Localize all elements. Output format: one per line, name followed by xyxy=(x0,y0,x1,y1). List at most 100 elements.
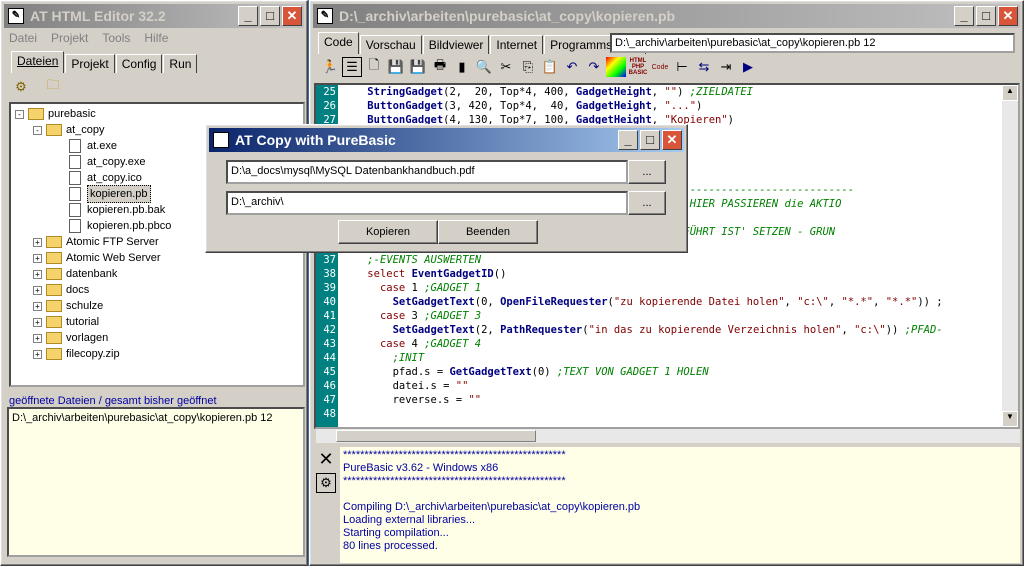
source-file-input[interactable]: D:\a_docs\mysql\MySQL Datenbankhandbuch.… xyxy=(226,160,628,184)
redo-icon[interactable]: ↷ xyxy=(584,57,604,77)
code-line[interactable]: ButtonGadget(3, 420, Top*4, 40, GadgetHe… xyxy=(342,99,943,113)
path-field[interactable]: D:\_archiv\arbeiten\purebasic\at_copy\ko… xyxy=(610,33,1015,53)
play-icon[interactable]: ▶ xyxy=(738,57,758,77)
dialog-titlebar[interactable]: AT Copy with PureBasic _ □ ✕ xyxy=(209,128,684,152)
minimize-icon[interactable]: _ xyxy=(618,130,638,150)
tab-bildviewer[interactable]: Bildviewer xyxy=(422,35,490,54)
line-number: 48 xyxy=(323,408,336,420)
html-php-basic-icon[interactable]: HTML PHP BASIC xyxy=(628,57,648,77)
line-number: 38 xyxy=(323,268,336,280)
browse-source-button[interactable]: ... xyxy=(628,160,666,184)
exit-button[interactable]: Beenden xyxy=(438,220,538,244)
expand-icon[interactable]: + xyxy=(33,317,42,327)
line-number: 47 xyxy=(323,394,336,406)
horizontal-scrollbar[interactable] xyxy=(316,429,1020,443)
code-line[interactable]: case 1 ;GADGET 1 xyxy=(342,281,943,295)
tab-code[interactable]: Code xyxy=(318,32,359,54)
menu-tools[interactable]: Tools xyxy=(102,31,130,45)
code-line[interactable]: datei.s = "" xyxy=(342,379,943,393)
target-dir-input[interactable]: D:\_archiv\ xyxy=(226,191,628,215)
code-line[interactable] xyxy=(342,407,943,421)
maximize-icon[interactable]: □ xyxy=(976,6,996,26)
close-icon[interactable]: ✕ xyxy=(282,6,302,26)
browse-target-button[interactable]: ... xyxy=(628,191,666,215)
collapse-icon[interactable]: - xyxy=(15,109,24,119)
copy-icon[interactable]: ⎘ xyxy=(518,57,538,77)
expand-icon[interactable]: + xyxy=(33,269,42,279)
folder-icon xyxy=(46,300,62,312)
code-line[interactable]: ;-EVENTS AUSWERTEN xyxy=(342,253,943,267)
expand-icon[interactable]: + xyxy=(33,349,42,359)
tree-icon[interactable]: ⚙ xyxy=(11,77,31,97)
expand-icon[interactable]: + xyxy=(33,333,42,343)
tree-item[interactable]: + vorlagen xyxy=(15,330,299,346)
code-line[interactable]: SetGadgetText(0, OpenFileRequester("zu k… xyxy=(342,295,943,309)
code-line[interactable]: case 3 ;GADGET 3 xyxy=(342,309,943,323)
line-number: 26 xyxy=(323,100,336,112)
save-icon[interactable]: 💾 xyxy=(408,57,428,77)
close-log-icon[interactable]: ✕ xyxy=(316,449,336,469)
expand-icon[interactable]: + xyxy=(33,285,42,295)
compile-icon[interactable]: ⚙ xyxy=(316,473,336,493)
vertical-scrollbar[interactable]: ▲ ▼ xyxy=(1002,85,1018,427)
list-icon[interactable]: ☰ xyxy=(342,57,362,77)
copy-button[interactable]: Kopieren xyxy=(338,220,438,244)
minimize-icon[interactable]: _ xyxy=(954,6,974,26)
tab-projekt[interactable]: Projekt xyxy=(65,54,115,73)
tree-item[interactable]: + filecopy.zip xyxy=(15,346,299,362)
editor-titlebar[interactable]: ✎ D:\_archiv\arbeiten\purebasic\at_copy\… xyxy=(313,4,1020,28)
left-titlebar[interactable]: ✎ AT HTML Editor 32.2 _ □ ✕ xyxy=(4,4,304,28)
collapse-icon[interactable]: - xyxy=(33,125,42,135)
color-icon[interactable] xyxy=(606,57,626,77)
code-line[interactable]: select EventGadgetID() xyxy=(342,267,943,281)
tree-item[interactable]: + schulze xyxy=(15,298,299,314)
menu-projekt[interactable]: Projekt xyxy=(51,31,88,45)
line-number: 46 xyxy=(323,380,336,392)
tree-item[interactable]: - purebasic xyxy=(15,106,299,122)
tree-item[interactable]: + tutorial xyxy=(15,314,299,330)
menu-hilfe[interactable]: Hilfe xyxy=(144,31,168,45)
code-line[interactable]: case 4 ;GADGET 4 xyxy=(342,337,943,351)
tree-item[interactable]: + datenbank xyxy=(15,266,299,282)
swap-icon[interactable]: ⇆ xyxy=(694,57,714,77)
code-icon[interactable]: Code xyxy=(650,57,670,77)
code-line[interactable]: reverse.s = "" xyxy=(342,393,943,407)
undo-icon[interactable]: ↶ xyxy=(562,57,582,77)
tab-dateien[interactable]: Dateien xyxy=(11,51,65,73)
new-file-icon[interactable]: 🗋 xyxy=(364,57,384,77)
code-line[interactable]: SetGadgetText(2, PathRequester("in das z… xyxy=(342,323,943,337)
expand-icon[interactable]: + xyxy=(33,237,42,247)
minimize-icon[interactable]: _ xyxy=(238,6,258,26)
line-number: 25 xyxy=(323,86,336,98)
print-icon[interactable]: 🖶 xyxy=(430,57,450,77)
log-line: Starting compilation... xyxy=(343,527,449,539)
code-line[interactable]: StringGadget(2, 20, Top*4, 400, GadgetHe… xyxy=(342,85,943,99)
opened-file-item[interactable]: D:\_archiv\arbeiten\purebasic\at_copy\ko… xyxy=(12,412,300,424)
menu-datei[interactable]: Datei xyxy=(9,31,37,45)
close-icon[interactable]: ✕ xyxy=(998,6,1018,26)
tree-item-label: at_copy.exe xyxy=(87,156,146,168)
tree-item[interactable]: + docs xyxy=(15,282,299,298)
tab-run[interactable]: Run xyxy=(163,54,198,73)
code-line[interactable]: pfad.s = GetGadgetText(0) ;TEXT VON GADG… xyxy=(342,365,943,379)
tab-internet[interactable]: Internet xyxy=(490,35,544,54)
export-icon[interactable]: ⇥ xyxy=(716,57,736,77)
structure-icon[interactable]: ⊢ xyxy=(672,57,692,77)
code-line[interactable]: ;INIT xyxy=(342,351,943,365)
maximize-icon[interactable]: □ xyxy=(260,6,280,26)
close-icon[interactable]: ✕ xyxy=(662,130,682,150)
paste-icon[interactable]: 📋 xyxy=(540,57,560,77)
expand-icon[interactable]: + xyxy=(33,253,42,263)
search-icon[interactable]: 🔍 xyxy=(474,57,494,77)
folder-open-icon[interactable]: 🗀 xyxy=(43,77,63,97)
expand-icon[interactable]: + xyxy=(33,301,42,311)
save-disabled-icon[interactable]: 💾 xyxy=(386,57,406,77)
log-line: 80 lines processed. xyxy=(343,540,438,552)
cut-icon[interactable]: ✂ xyxy=(496,57,516,77)
maximize-icon[interactable]: □ xyxy=(640,130,660,150)
tab-config[interactable]: Config xyxy=(115,54,163,73)
tab-vorschau[interactable]: Vorschau xyxy=(359,35,422,54)
run-person-icon[interactable]: 🏃 xyxy=(320,57,340,77)
book-icon[interactable]: ▮ xyxy=(452,57,472,77)
folder-icon xyxy=(46,236,62,248)
